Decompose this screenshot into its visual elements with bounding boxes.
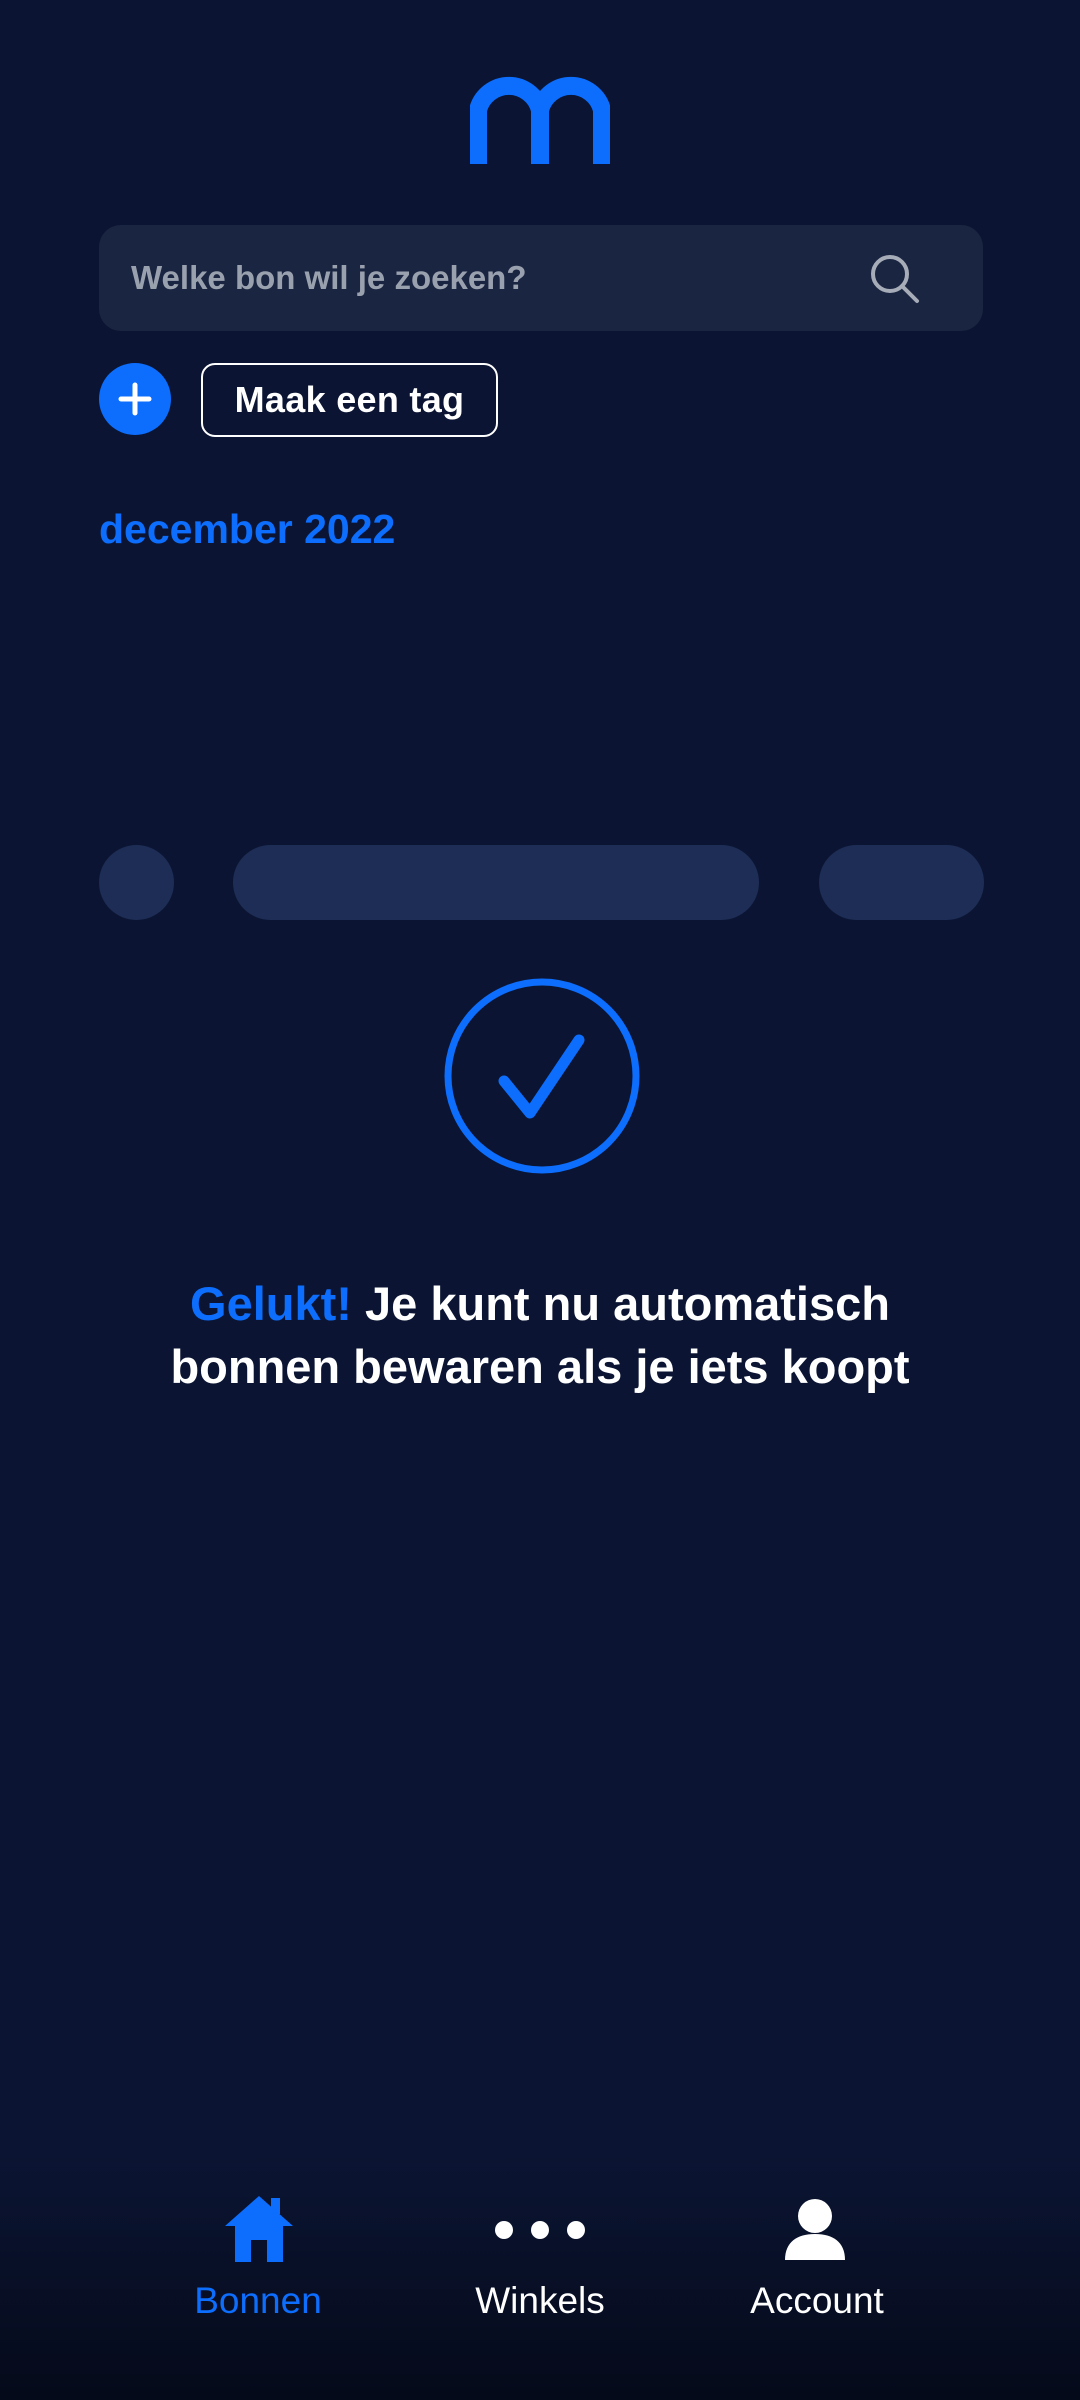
- add-tag-button[interactable]: [99, 363, 171, 435]
- search-icon[interactable]: [869, 253, 921, 305]
- nav-label-winkels: Winkels: [475, 2280, 605, 2321]
- search-bar[interactable]: [99, 225, 983, 331]
- month-heading: december 2022: [99, 506, 396, 552]
- nav-item-winkels[interactable]: Winkels: [420, 2180, 660, 2330]
- success-line2: bonnen bewaren als je iets koopt: [170, 1340, 910, 1393]
- search-input[interactable]: [129, 258, 953, 298]
- success-message: Gelukt! Je kunt nu automatisch bonnen be…: [100, 1272, 980, 1398]
- success-line1: Je kunt nu automatisch: [351, 1277, 890, 1330]
- success-highlight: Gelukt!: [190, 1277, 352, 1330]
- nav-item-account[interactable]: Account: [697, 2180, 937, 2330]
- plus-icon: [118, 382, 152, 416]
- m-logo-icon: [470, 76, 610, 164]
- make-tag-button[interactable]: Maak een tag: [201, 363, 498, 437]
- person-icon: [785, 2199, 845, 2260]
- nav-item-bonnen[interactable]: Bonnen: [138, 2180, 378, 2330]
- nav-label-account: Account: [750, 2280, 884, 2321]
- nav-label-bonnen: Bonnen: [194, 2280, 322, 2321]
- skeleton-title: [233, 845, 759, 920]
- skeleton-amount: [819, 845, 984, 920]
- skeleton-avatar: [99, 845, 174, 920]
- more-dots-icon: [495, 2221, 585, 2239]
- home-icon: [225, 2196, 293, 2262]
- check-circle-icon: [444, 978, 640, 1174]
